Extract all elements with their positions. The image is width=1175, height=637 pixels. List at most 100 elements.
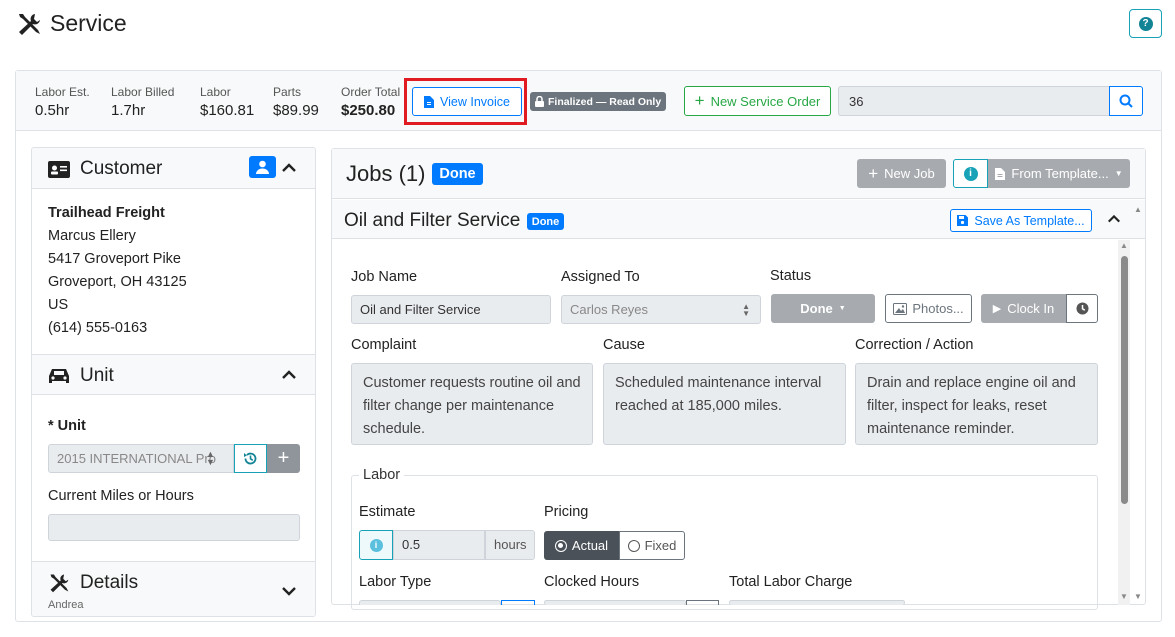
finalized-label: Finalized — Read Only bbox=[548, 95, 662, 108]
job-status-badge: Done bbox=[527, 213, 564, 230]
images-icon bbox=[893, 302, 908, 315]
caret-down-icon: ▼ bbox=[1114, 169, 1123, 178]
pricing-label: Pricing bbox=[544, 504, 589, 520]
caret-down-icon: ▼ bbox=[838, 305, 846, 312]
chevron-down-icon[interactable] bbox=[281, 583, 297, 599]
customer-profile-button[interactable] bbox=[249, 156, 276, 178]
scroll-down-arrow[interactable]: ▼ bbox=[1120, 592, 1128, 601]
select-arrows-icon: ▲ ▼ bbox=[742, 302, 750, 318]
lock-icon bbox=[535, 96, 544, 107]
plus-icon: + bbox=[694, 91, 705, 110]
template-info-button[interactable]: i bbox=[953, 159, 988, 188]
assigned-to-select[interactable]: Carlos Reyes ▲ ▼ bbox=[561, 295, 761, 324]
total-labor-charge-input[interactable] bbox=[729, 600, 905, 605]
left-panel: Customer Trailhead Freight Marcus Ellery… bbox=[31, 147, 316, 617]
customer-address-line2: Groveport, OH 43125 bbox=[48, 274, 187, 290]
order-total-label: Order Total bbox=[341, 85, 401, 99]
total-labor-charge-label: Total Labor Charge bbox=[729, 574, 853, 590]
complaint-label: Complaint bbox=[351, 337, 417, 353]
info-icon: i bbox=[369, 538, 383, 552]
save-as-template-button[interactable]: Save As Template... bbox=[950, 209, 1092, 232]
new-job-button[interactable]: + New Job bbox=[857, 159, 946, 188]
new-service-order-label: New Service Order bbox=[710, 93, 821, 109]
status-dropdown[interactable]: Done ▼ bbox=[771, 294, 875, 323]
job-name-label: Job Name bbox=[351, 269, 418, 285]
add-unit-button[interactable]: + bbox=[267, 444, 300, 473]
view-invoice-label: View Invoice bbox=[440, 94, 510, 109]
cause-label: Cause bbox=[603, 337, 645, 353]
wrench-screwdriver-icon bbox=[19, 13, 40, 35]
unit-header[interactable]: Unit bbox=[32, 354, 315, 395]
view-invoice-button[interactable]: View Invoice bbox=[412, 87, 522, 116]
scrollbar-thumb[interactable] bbox=[1121, 256, 1128, 504]
miles-input[interactable] bbox=[48, 514, 300, 541]
correction-textarea[interactable]: Drain and replace engine oil and filter,… bbox=[855, 363, 1098, 445]
complaint-textarea[interactable]: Customer requests routine oil and filter… bbox=[351, 363, 593, 445]
from-template-dropdown[interactable]: From Template... ▼ bbox=[988, 159, 1130, 188]
search-icon bbox=[1119, 94, 1133, 108]
customer-contact: Marcus Ellery bbox=[48, 228, 136, 244]
labor-est-value: 0.5hr bbox=[35, 102, 70, 119]
help-icon: ? bbox=[1138, 16, 1153, 31]
wrench-screwdriver-icon bbox=[50, 574, 69, 593]
customer-header[interactable]: Customer bbox=[32, 148, 315, 189]
pricing-fixed-label: Fixed bbox=[644, 538, 677, 553]
from-template-label: From Template... bbox=[1011, 166, 1109, 181]
chevron-up-icon[interactable] bbox=[281, 367, 297, 383]
job-name-input[interactable]: Oil and Filter Service bbox=[351, 295, 551, 324]
customer-title: Customer bbox=[80, 158, 163, 179]
id-card-icon bbox=[48, 160, 70, 178]
scroll-up-arrow[interactable]: ▲ bbox=[1120, 241, 1128, 250]
estimate-info-button[interactable]: i bbox=[359, 530, 393, 560]
clock-icon bbox=[1076, 302, 1088, 315]
plus-icon: + bbox=[277, 447, 290, 469]
status-label: Status bbox=[770, 268, 812, 284]
assigned-to-value: Carlos Reyes bbox=[570, 302, 649, 317]
labor-est-label: Labor Est. bbox=[35, 85, 90, 99]
pricing-fixed-radio[interactable]: Fixed bbox=[619, 531, 685, 560]
jobs-title: Jobs (1) bbox=[346, 161, 426, 186]
history-icon bbox=[244, 452, 257, 465]
unit-select-value: 2015 INTERNATIONAL Pro bbox=[57, 451, 216, 466]
help-button[interactable]: ? bbox=[1129, 9, 1162, 38]
labor-type-button[interactable] bbox=[501, 600, 535, 605]
page-title: Service bbox=[16, 10, 127, 37]
status-value: Done bbox=[800, 301, 833, 316]
labor-billed-label: Labor Billed bbox=[111, 85, 175, 99]
chevron-up-icon[interactable] bbox=[1107, 212, 1121, 226]
clocked-hours-button[interactable] bbox=[686, 600, 719, 605]
pricing-actual-radio[interactable]: Actual bbox=[544, 531, 619, 560]
save-template-label: Save As Template... bbox=[974, 213, 1085, 228]
scroll-down-arrow-outer[interactable]: ▼ bbox=[1134, 592, 1142, 601]
new-job-label: New Job bbox=[884, 166, 935, 181]
details-header[interactable]: Details Andrea bbox=[32, 561, 315, 616]
customer-company: Trailhead Freight bbox=[48, 205, 165, 221]
clocked-hours-input[interactable] bbox=[544, 600, 686, 605]
jobs-status-badge: Done bbox=[432, 163, 483, 185]
estimate-input[interactable]: 0.5 bbox=[393, 530, 485, 560]
clock-in-button[interactable]: ▶ Clock In bbox=[981, 294, 1066, 323]
cause-textarea[interactable]: Scheduled maintenance interval reached a… bbox=[603, 363, 846, 445]
labor-type-select[interactable] bbox=[359, 600, 501, 605]
estimate-label: Estimate bbox=[359, 504, 416, 520]
time-log-button[interactable] bbox=[1066, 294, 1098, 323]
new-service-order-button[interactable]: + New Service Order bbox=[684, 86, 831, 116]
labor-legend: Labor bbox=[359, 467, 405, 483]
car-icon bbox=[49, 369, 69, 383]
labor-billed-stat: Labor Billed 1.7hr bbox=[111, 85, 174, 119]
chevron-up-icon[interactable] bbox=[281, 160, 297, 176]
unit-history-button[interactable] bbox=[234, 444, 267, 473]
radio-checked-icon bbox=[554, 539, 567, 552]
photos-button[interactable]: Photos... bbox=[885, 294, 972, 323]
service-order-search-input[interactable]: 36 bbox=[838, 86, 1110, 116]
user-icon bbox=[256, 160, 269, 174]
customer-country: US bbox=[48, 297, 69, 313]
details-title: Details bbox=[80, 572, 139, 593]
scroll-up-arrow-outer[interactable]: ▲ bbox=[1134, 205, 1142, 214]
file-invoice-icon bbox=[424, 95, 435, 108]
job-header: Oil and Filter Service Done Save As Temp… bbox=[332, 200, 1145, 239]
info-icon: i bbox=[963, 166, 978, 181]
estimate-unit: hours bbox=[485, 530, 535, 560]
service-order-search-button[interactable] bbox=[1109, 86, 1143, 116]
labor-value: $160.81 bbox=[200, 102, 255, 119]
